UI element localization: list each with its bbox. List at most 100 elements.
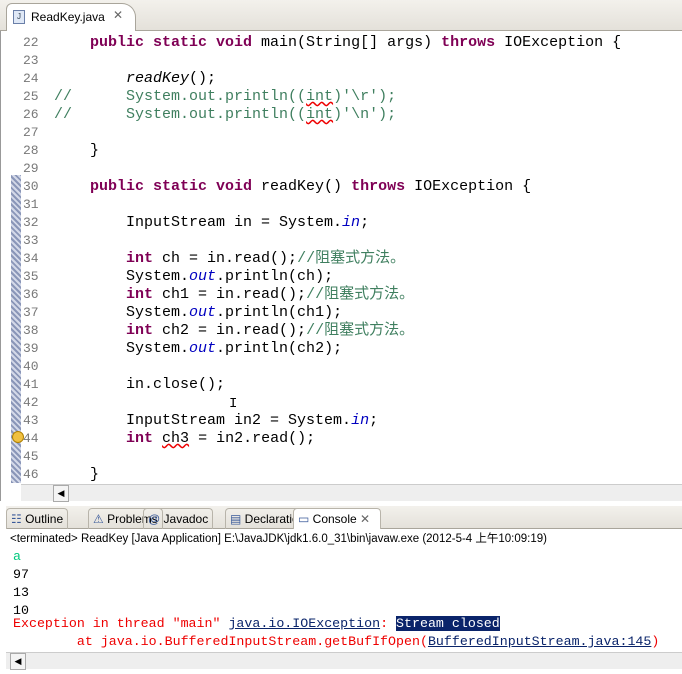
code-token: ch3 [162, 430, 190, 447]
outline-icon: ☷ [11, 512, 26, 526]
editor-tab-readkey[interactable]: J ReadKey.java ✕ [6, 3, 136, 31]
warning-icon [12, 431, 24, 443]
line-number: 39 [23, 341, 39, 356]
console-icon: ▭ [298, 512, 313, 526]
code-line: System.out.println(ch1); [54, 304, 342, 322]
exception-class-link[interactable]: java.io.IOException [228, 616, 380, 631]
tab-javadoc[interactable]: @ Javadoc [143, 508, 214, 529]
code-line: InputStream in2 = System.in; [54, 412, 378, 430]
code-token: int [126, 430, 154, 447]
tab-label: Outline [25, 512, 64, 526]
code-token: InputStream in = System. [54, 214, 343, 231]
console-output-line: 97 [13, 567, 29, 582]
code-token: ch = in.read(); [153, 250, 298, 267]
line-number: 30 [23, 179, 39, 194]
code-line: int ch1 = in.read();//阻塞式方法。 [54, 286, 414, 304]
code-token: readKey [126, 70, 190, 87]
exception-prefix: Exception in thread "main" [13, 616, 229, 631]
code-line: in.close(); [54, 376, 225, 394]
scroll-left-icon[interactable]: ◀ [53, 485, 69, 502]
tab-outline[interactable]: ☷ Outline [6, 508, 69, 529]
line-number: 45 [23, 449, 39, 464]
code-token: throws [441, 34, 496, 51]
line-number: 33 [23, 233, 39, 248]
line-number: 34 [23, 251, 39, 266]
code-token: )'\r'); [333, 88, 397, 105]
line-number: 46 [23, 467, 39, 482]
exception-colon: : [380, 616, 397, 631]
code-line: System.out.println(ch); [54, 268, 333, 286]
console-output-line: 13 [13, 585, 29, 600]
code-token: .println(ch1); [216, 304, 343, 321]
code-token: out [189, 340, 217, 357]
line-number: 44 [23, 431, 39, 446]
editor-tab-bar: J ReadKey.java ✕ [0, 0, 682, 31]
tab-console[interactable]: ▭ Console ✕ [293, 508, 381, 529]
line-number: 35 [23, 269, 39, 284]
close-icon[interactable]: ✕ [113, 8, 123, 22]
trace-source-link[interactable]: BufferedInputStream.java:145 [428, 634, 651, 649]
line-number: 41 [23, 377, 39, 392]
line-number: 23 [23, 53, 39, 68]
code-token: InputStream in2 = System. [54, 412, 352, 429]
close-icon[interactable]: ✕ [357, 512, 370, 526]
exception-message: Stream closed [396, 616, 500, 631]
tab-label: ReadKey.java [31, 10, 105, 24]
code-token: // System.out.println(( [54, 88, 307, 105]
code-token: } [54, 142, 100, 159]
trace-prefix: at java.io.BufferedInputStream.getBufIfO… [13, 634, 428, 649]
code-token: //阻塞式方法。 [297, 250, 406, 267]
code-token: out [189, 304, 217, 321]
code-line: // System.out.println((int)'\r'); [54, 88, 396, 106]
code-token: System. [54, 340, 190, 357]
code-token: .println(ch); [216, 268, 334, 285]
code-token: IOException { [405, 178, 532, 195]
code-line: int ch2 = in.read();//阻塞式方法。 [54, 322, 414, 340]
code-line: System.out.println(ch2); [54, 340, 342, 358]
code-token: //阻塞式方法。 [306, 322, 415, 339]
code-token: ch2 = in.read(); [153, 322, 307, 339]
code-editor[interactable]: 22 public static void main(String[] args… [0, 31, 682, 502]
code-token: (); [189, 70, 217, 87]
code-token: in [342, 214, 361, 231]
code-line: InputStream in = System.in; [54, 214, 369, 232]
code-token: .println(ch2); [216, 340, 343, 357]
line-number: 22 [23, 35, 39, 50]
declaration-icon: ▤ [230, 512, 245, 526]
scroll-left-icon[interactable]: ◀ [10, 653, 26, 670]
code-token: System. [54, 268, 190, 285]
console-status: <terminated> ReadKey [Java Application] … [10, 533, 547, 545]
line-number: 29 [23, 161, 39, 176]
line-number: 24 [23, 71, 39, 86]
trace-suffix: ) [651, 634, 660, 649]
code-token: //阻塞式方法。 [306, 286, 415, 303]
code-token: int [306, 106, 334, 123]
text-cursor-icon: I [229, 396, 238, 412]
code-line: int ch3 = in2.read(); [54, 430, 315, 448]
code-token: public static void [90, 178, 253, 195]
line-number: 32 [23, 215, 39, 230]
java-file-icon: J [13, 10, 25, 24]
code-line: int ch = in.read();//阻塞式方法。 [54, 250, 405, 268]
code-token: System. [54, 304, 190, 321]
code-token: ; [360, 214, 370, 231]
code-line: public static void main(String[] args) t… [54, 34, 621, 52]
line-number: 36 [23, 287, 39, 302]
code-token: ch1 = in.read(); [153, 286, 307, 303]
code-line: } [54, 142, 99, 160]
line-number: 38 [23, 323, 39, 338]
line-number: 42 [23, 395, 39, 410]
editor-horizontal-scrollbar[interactable]: ◀ [21, 484, 682, 502]
code-token: IOException { [495, 34, 622, 51]
annotation-ruler [11, 31, 21, 483]
code-token: out [189, 268, 217, 285]
tab-label: Console [312, 512, 357, 526]
console-horizontal-scrollbar[interactable]: ◀ [6, 652, 682, 670]
line-number: 43 [23, 413, 39, 428]
code-token: in [351, 412, 370, 429]
